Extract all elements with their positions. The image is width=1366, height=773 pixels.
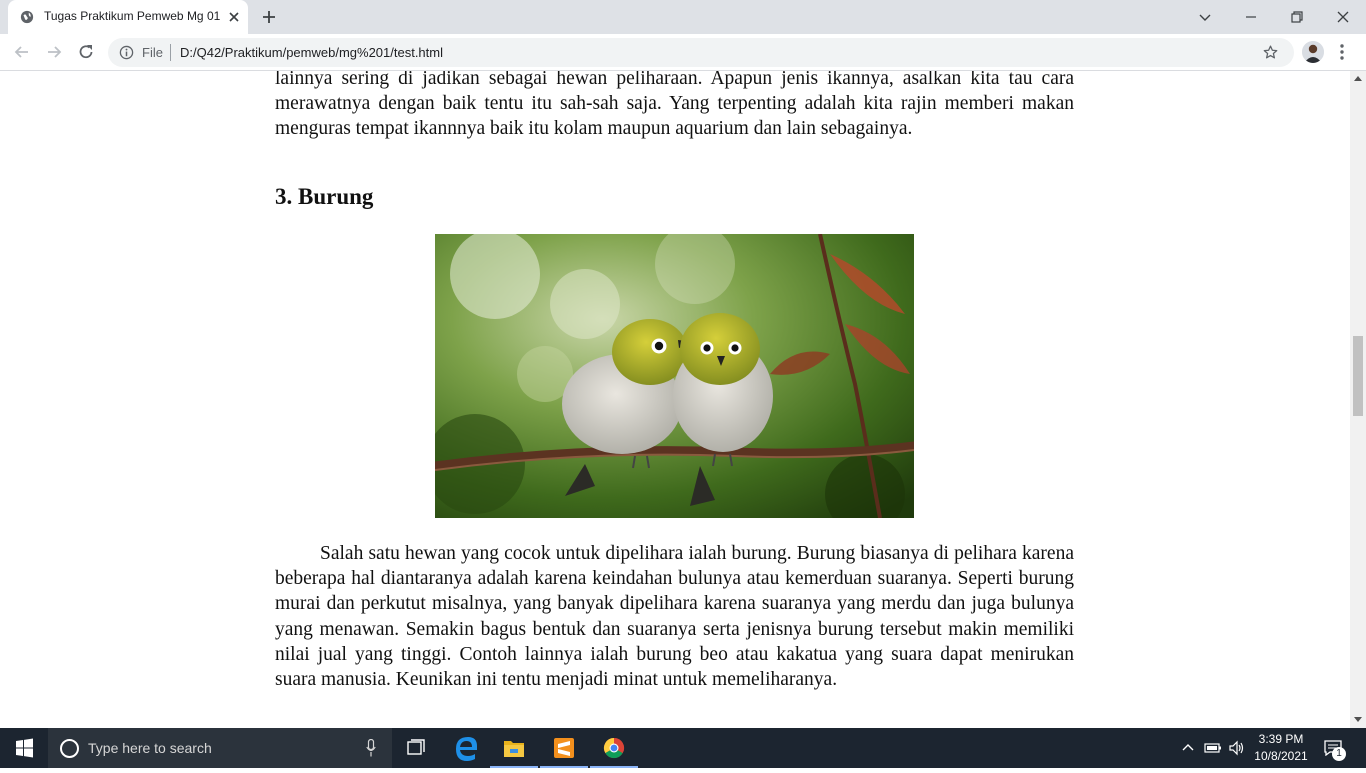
cortana-circle-icon	[60, 739, 79, 758]
notification-count-badge: 1	[1332, 747, 1346, 761]
clock-time: 3:39 PM	[1258, 732, 1304, 746]
close-tab-icon[interactable]	[226, 9, 242, 25]
scroll-down-arrow-icon[interactable]	[1354, 717, 1362, 723]
file-explorer-button[interactable]	[490, 728, 538, 768]
chevron-down-icon[interactable]	[1194, 6, 1216, 28]
url-text[interactable]: D:/Q42/Praktikum/pemweb/mg%201/test.html	[180, 45, 443, 60]
tab-title: Tugas Praktikum Pemweb Mg 01	[44, 9, 221, 23]
article: lainnya sering di jadikan sebagai hewan …	[275, 71, 1074, 690]
address-bar[interactable]: File D:/Q42/Praktikum/pemweb/mg%201/test…	[108, 38, 1294, 67]
scroll-thumb[interactable]	[1353, 336, 1363, 416]
page-viewport: lainnya sering di jadikan sebagai hewan …	[0, 71, 1350, 728]
chrome-icon	[603, 737, 625, 759]
browser-toolbar: File D:/Q42/Praktikum/pemweb/mg%201/test…	[0, 34, 1366, 71]
microphone-icon[interactable]	[366, 739, 376, 757]
profile-avatar[interactable]	[1302, 41, 1324, 63]
minimize-icon[interactable]	[1240, 6, 1262, 28]
windows-start-icon[interactable]	[0, 728, 48, 768]
sublime-text-icon	[554, 738, 574, 758]
paragraph-burung: Salah satu hewan yang cocok untuk dipeli…	[275, 543, 1074, 691]
page-scrollbar[interactable]	[1350, 71, 1366, 728]
sublime-text-button[interactable]	[540, 728, 588, 768]
person-icon	[1302, 41, 1324, 63]
birds-photo	[435, 234, 914, 518]
battery-icon[interactable]	[1204, 740, 1222, 756]
clock-date: 10/8/2021	[1254, 749, 1308, 763]
more-vert-icon[interactable]	[1336, 42, 1348, 62]
address-divider	[170, 44, 171, 61]
file-scheme-label: File	[142, 45, 163, 60]
restore-icon[interactable]	[1286, 6, 1308, 28]
forward-arrow-icon[interactable]	[44, 42, 64, 62]
paragraph-ikan: lainnya sering di jadikan sebagai hewan …	[275, 71, 1074, 140]
reload-icon[interactable]	[76, 42, 96, 62]
show-hidden-icons-chevron-icon[interactable]	[1180, 740, 1196, 756]
chrome-button[interactable]	[590, 728, 638, 768]
task-view-icon[interactable]	[392, 728, 440, 768]
browser-tab[interactable]: Tugas Praktikum Pemweb Mg 01	[8, 0, 248, 34]
close-window-icon[interactable]	[1332, 6, 1354, 28]
globe-icon	[20, 10, 34, 24]
edge-icon[interactable]	[442, 728, 490, 768]
taskbar-search-box[interactable]: Type here to search	[48, 728, 392, 768]
section-heading: 3. Burung	[275, 184, 374, 209]
taskbar-clock[interactable]: 3:39 PM 10/8/2021	[1252, 731, 1310, 765]
info-icon[interactable]	[119, 45, 134, 60]
folder-icon	[504, 741, 524, 757]
tab-strip: Tugas Praktikum Pemweb Mg 01	[0, 0, 1366, 34]
new-tab-icon[interactable]	[260, 8, 278, 26]
bookmark-star-icon[interactable]	[1262, 44, 1279, 61]
windows-taskbar: Type here to search 3:39 PM 10/8/2021 1	[0, 728, 1366, 768]
scroll-up-arrow-icon[interactable]	[1354, 75, 1362, 81]
volume-icon[interactable]	[1228, 740, 1246, 756]
back-arrow-icon[interactable]	[12, 42, 32, 62]
search-placeholder: Type here to search	[88, 740, 212, 756]
